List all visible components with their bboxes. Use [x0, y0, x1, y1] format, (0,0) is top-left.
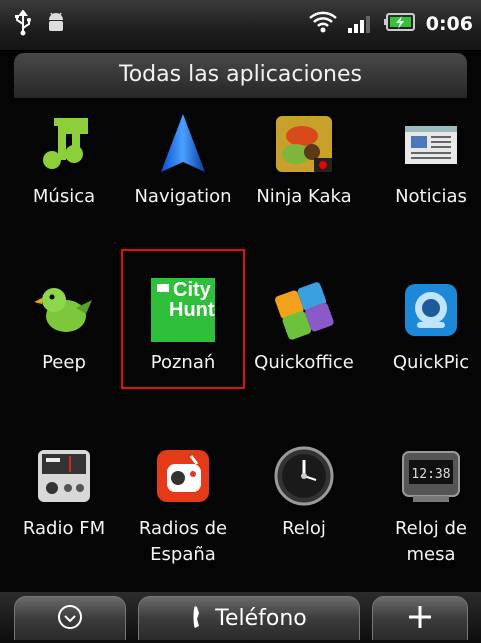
app-radios-espana[interactable]: Radios de España: [124, 444, 242, 568]
usb-icon: [14, 9, 32, 40]
app-label: Noticias: [395, 186, 467, 207]
clock-icon: [272, 444, 336, 508]
app-ninja-kaka[interactable]: Ninja Kaka: [245, 112, 363, 210]
add-button[interactable]: [372, 596, 468, 640]
bottom-dock: Teléfono: [0, 592, 481, 643]
wifi-icon: [308, 10, 338, 38]
signal-icon: [347, 11, 374, 37]
quickoffice-icon: [272, 278, 336, 342]
app-navigation[interactable]: Navigation: [124, 112, 242, 210]
chevron-down-icon: [57, 604, 83, 634]
plus-icon: [406, 603, 434, 635]
navigation-icon: [151, 112, 215, 176]
status-bar: 0:06: [0, 0, 481, 51]
app-label: Música: [32, 186, 96, 207]
phone-icon: [191, 604, 209, 634]
app-musica[interactable]: Música: [5, 112, 123, 210]
app-label: Peep: [42, 352, 86, 373]
app-label: Navigation: [134, 186, 232, 207]
phone-button[interactable]: Teléfono: [138, 596, 360, 640]
desk-clock-text: 12:38: [411, 467, 450, 482]
music-icon: [32, 112, 96, 176]
peep-bird-icon: [32, 278, 96, 342]
app-peep[interactable]: Peep: [5, 278, 123, 376]
app-label: Radios de España: [138, 518, 228, 565]
phone-label: Teléfono: [215, 606, 307, 631]
app-quickoffice[interactable]: Quickoffice: [245, 278, 363, 376]
app-label: Reloj de mesa: [394, 518, 467, 565]
app-label: Radio FM: [22, 518, 106, 539]
app-reloj[interactable]: Reloj: [245, 444, 363, 542]
quickpic-icon: [399, 278, 463, 342]
app-label: Quickoffice: [254, 352, 354, 373]
app-reloj-de-mesa[interactable]: 12:38 Reloj de mesa: [372, 444, 481, 568]
ninja-kaka-icon: [272, 112, 336, 176]
radios-espana-icon: [151, 444, 215, 508]
selection-highlight: [121, 249, 245, 389]
page-title: Todas las aplicaciones: [14, 52, 467, 98]
app-label: Ninja Kaka: [256, 186, 352, 207]
status-clock: 0:06: [425, 13, 473, 35]
app-radio-fm[interactable]: Radio FM: [5, 444, 123, 542]
news-icon: [399, 112, 463, 176]
android-debug-icon: [46, 11, 66, 39]
app-noticias[interactable]: Noticias: [372, 112, 481, 210]
battery-charging-icon: [383, 12, 416, 36]
desk-clock-icon: 12:38: [399, 444, 463, 508]
radio-fm-icon: [32, 444, 96, 508]
app-quickpic[interactable]: QuickPic: [372, 278, 481, 376]
collapse-button[interactable]: [14, 596, 126, 640]
app-label: QuickPic: [392, 352, 470, 373]
app-label: Reloj: [282, 518, 326, 539]
